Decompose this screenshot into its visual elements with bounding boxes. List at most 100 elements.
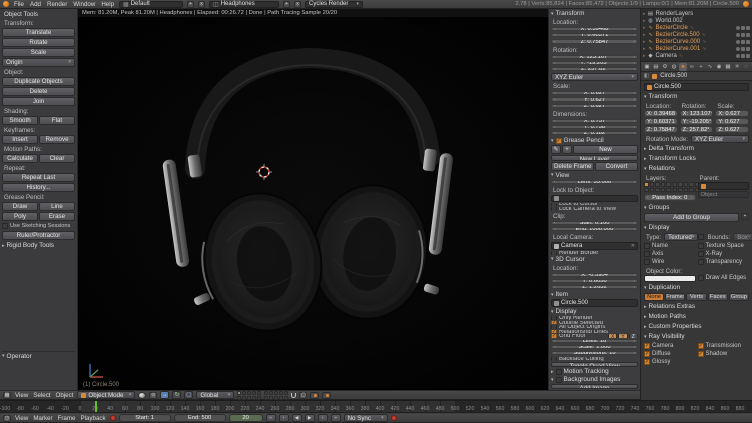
draw-all-edges-checkbox[interactable]: Draw All Edges [698, 274, 750, 282]
opengl-render-animation-button[interactable] [322, 392, 331, 399]
object-menu[interactable]: Object [55, 392, 75, 399]
pass-index-field[interactable]: ‹Pass Index: 0› [644, 194, 696, 201]
selectability-icon[interactable] [741, 40, 745, 44]
relationship-lines-checkbox[interactable]: Relationship Lines [551, 330, 638, 334]
props-scl-x[interactable]: X: 0.627 [715, 110, 749, 117]
timeline-frame-menu[interactable]: Frame [57, 415, 77, 422]
motion-tracking-panel-header[interactable]: ▸Motion Tracking [551, 368, 638, 375]
layer-cell[interactable] [269, 391, 273, 395]
layer-cell[interactable] [284, 396, 288, 400]
gp-convert-button[interactable]: Convert [595, 162, 638, 171]
gp-new-layer-button[interactable]: New Layer [551, 155, 638, 160]
clear-icon[interactable]: ✕ [631, 243, 635, 249]
properties-tab-particles[interactable]: ✳ [733, 63, 741, 71]
lock-object-field[interactable] [551, 195, 638, 202]
properties-tab-constraints[interactable]: ∞ [688, 63, 696, 71]
mode-select[interactable]: Object Mode ▾ [77, 391, 135, 399]
groups-panel-header[interactable]: ▾Groups [644, 203, 749, 212]
display-panel-header[interactable]: ▾Display [551, 308, 638, 315]
duplication-panel-header[interactable]: ▾Duplication [644, 283, 749, 292]
join-button[interactable]: Join [2, 97, 75, 106]
props-display-panel-header[interactable]: ▾Display [644, 223, 749, 232]
screen-layout-select[interactable]: ▦ Default [119, 1, 183, 8]
layer-cell[interactable] [673, 182, 678, 187]
toggle-quad-view-button[interactable]: Toggle Quad View [551, 362, 638, 367]
motion-tracking-checkbox[interactable] [556, 369, 562, 375]
location-x-field[interactable]: ‹X: 0.39468› [551, 27, 638, 31]
gp-line-button[interactable]: Line [39, 202, 75, 211]
renderability-camera-icon[interactable] [746, 54, 750, 58]
layer-cell[interactable] [666, 182, 671, 187]
props-scl-y[interactable]: Y: 0.627 [715, 118, 749, 125]
pivot-point-icon[interactable]: ⊙ [149, 392, 157, 399]
only-render-checkbox[interactable]: Only Render [551, 316, 638, 320]
scene-add-button[interactable]: + [283, 1, 290, 8]
play-button[interactable]: ▶ [305, 414, 315, 422]
outliner-row[interactable]: ▸∿BezierCircle.500∿ [643, 31, 752, 38]
transform-panel-header[interactable]: ▾Transform [551, 10, 638, 17]
layer-cell[interactable] [650, 182, 655, 187]
layer-cell[interactable] [237, 391, 241, 395]
layer-cell[interactable] [264, 396, 268, 400]
renderability-camera-icon[interactable] [746, 33, 750, 37]
outliner-row[interactable]: ▸◍World.002 [643, 17, 752, 24]
layer-cell[interactable] [252, 396, 256, 400]
layer-cell[interactable] [269, 396, 273, 400]
xray-checkbox[interactable]: X-Ray [698, 250, 750, 258]
layer-cell[interactable] [655, 182, 660, 187]
cursor-z-field[interactable]: ‹Z: 1.2632› [551, 285, 638, 289]
layout-add-button[interactable]: + [187, 1, 194, 8]
menu-help[interactable]: Help [100, 1, 115, 8]
clip-end-field[interactable]: ‹End: 1000.000› [551, 227, 638, 231]
properties-tab-physics[interactable]: ◌ [742, 63, 750, 71]
layer-cell[interactable] [661, 182, 666, 187]
layer-cell[interactable] [673, 188, 678, 193]
properties-tab-render[interactable]: ▣ [643, 63, 651, 71]
item-name-field[interactable]: Circle.500 [551, 299, 638, 307]
opengl-render-image-button[interactable] [310, 392, 319, 399]
lens-field[interactable]: ‹Lens: 35.000› [551, 180, 638, 184]
layer-cell[interactable] [678, 188, 683, 193]
jump-to-start-button[interactable]: « [266, 414, 276, 422]
layer-cell[interactable] [242, 391, 246, 395]
parent-field[interactable] [698, 182, 750, 190]
remove-keyframe-button[interactable]: Remove [39, 135, 75, 144]
lock-to-cursor-checkbox[interactable]: Lock to Cursor [551, 203, 638, 207]
ray-visibility-panel-header[interactable]: ▾Ray Visibility [644, 332, 749, 341]
visibility-eye-icon[interactable] [736, 26, 740, 30]
menu-render[interactable]: Render [46, 1, 68, 8]
rotation-mode-select[interactable]: XYZ Euler▾ [551, 73, 638, 81]
properties-tab-object[interactable]: ■ [679, 63, 687, 71]
grid-scale-field[interactable]: ‹Scale: 1.000› [551, 345, 638, 349]
motion-paths-panel-header[interactable]: ▸Motion Paths [644, 312, 749, 321]
group-new-icon[interactable]: ▪ [741, 213, 749, 220]
expand-icon[interactable]: ▸ [643, 11, 646, 17]
texture-space-checkbox[interactable]: Texture Space [698, 242, 750, 250]
layer-cell[interactable] [644, 182, 649, 187]
gp-erase-button[interactable]: Erase [39, 212, 75, 221]
object-layers-grid-2[interactable] [673, 182, 700, 192]
auto-keyframe-button[interactable] [110, 415, 116, 421]
props-rot-y[interactable]: Y: -19.205° [680, 118, 714, 125]
delta-transform-panel-header[interactable]: ▸Delta Transform [644, 144, 749, 153]
duplicate-objects-button[interactable]: Duplicate Objects [2, 77, 75, 86]
jump-to-end-button[interactable]: » [331, 414, 341, 422]
renderability-camera-icon[interactable] [746, 26, 750, 30]
repeat-last-button[interactable]: Repeat Last [2, 173, 75, 182]
expand-icon[interactable]: ▸ [643, 46, 646, 52]
dimensions-x-field[interactable]: ‹X: 0.757› [551, 119, 638, 123]
grease-pencil-panel-header[interactable]: ▾Grease Pencil [551, 137, 638, 144]
view-menu[interactable]: View [14, 392, 29, 399]
grid-z-toggle[interactable]: Z [629, 334, 638, 338]
properties-tab-modifiers[interactable]: + [697, 63, 705, 71]
gp-poly-button[interactable]: Poly [2, 212, 38, 221]
show-wire-checkbox[interactable]: Wire [644, 258, 696, 266]
dimensions-y-field[interactable]: ‹Y: 0.758› [551, 125, 638, 129]
visibility-eye-icon[interactable] [736, 33, 740, 37]
timeline-editor-icon[interactable]: ◷ [3, 415, 11, 422]
play-reverse-button[interactable]: ◀ [292, 414, 302, 422]
layer-cell[interactable] [264, 391, 268, 395]
properties-tab-object-data[interactable]: ∿ [706, 63, 714, 71]
scale-y-field[interactable]: ‹Y: 0.627› [551, 97, 638, 101]
expand-icon[interactable]: ▸ [643, 25, 646, 31]
